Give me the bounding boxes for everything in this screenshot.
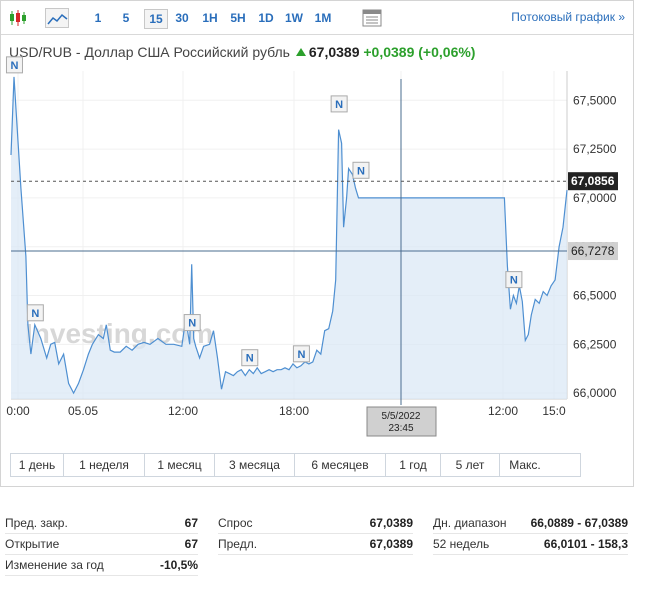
stat-label: Предл. [218, 537, 258, 551]
stat-label: Спрос [218, 516, 253, 530]
period-button[interactable]: Макс. [500, 454, 550, 476]
chart-panel: 1 5 15 30 1H 5H 1D 1W 1M Потоковый графи… [0, 0, 634, 487]
stat-value: 66,0889 - 67,0389 [530, 516, 628, 530]
stat-row: Дн. диапазон 66,0889 - 67,0389 [433, 513, 628, 534]
stat-row: Изменение за год -10,5% [5, 555, 198, 576]
svg-text:N: N [246, 353, 254, 365]
period-button[interactable]: 5 лет [441, 454, 500, 476]
svg-text:N: N [31, 308, 39, 320]
period-button[interactable]: 3 месяца [215, 454, 295, 476]
news-marker[interactable]: N [352, 161, 370, 179]
period-button[interactable]: 1 неделя [64, 454, 145, 476]
stat-label: 52 недель [433, 537, 490, 551]
x-tick-label: 12:00 [168, 404, 198, 418]
period-button[interactable]: 1 год [386, 454, 441, 476]
period-selector: 1 день 1 неделя 1 месяц 3 месяца 6 месяцев 1 … [10, 453, 581, 477]
stat-label: Изменение за год [5, 558, 104, 572]
stat-row: Открытие 67 [5, 534, 198, 555]
y-tick-label: 67,2500 [573, 142, 617, 156]
current-price-label: 67,0856 [571, 174, 615, 188]
x-tick-label: 05.05 [68, 404, 98, 418]
news-marker[interactable]: N [5, 56, 23, 74]
stat-row: Предл. 67,0389 [218, 534, 413, 555]
x-tick-label: 18:00 [279, 404, 309, 418]
x-tick-label: 0:00 [6, 404, 30, 418]
news-marker[interactable]: N [505, 271, 523, 289]
x-tick-label: 15:0 [542, 404, 566, 418]
stat-row: Спрос 67,0389 [218, 513, 413, 534]
period-button[interactable]: 6 месяцев [295, 454, 386, 476]
y-tick-label: 67,5000 [573, 93, 617, 107]
svg-text:N: N [297, 349, 305, 361]
stat-label: Открытие [5, 537, 60, 551]
news-marker[interactable]: N [241, 349, 259, 367]
stat-value: 67,0389 [369, 537, 413, 551]
y-tick-label: 66,5000 [573, 289, 617, 303]
y-tick-label: 66,2500 [573, 337, 617, 351]
svg-text:N: N [188, 318, 196, 330]
stat-label: Пред. закр. [5, 516, 68, 530]
news-marker[interactable]: N [183, 314, 201, 332]
stat-value: 66,0101 - 158,3 [543, 537, 628, 551]
news-marker[interactable]: N [26, 304, 44, 322]
svg-text:N: N [357, 165, 365, 177]
crosshair-time-label: 23:45 [388, 423, 413, 434]
stat-value: 67 [184, 516, 198, 530]
stat-label: Дн. диапазон [433, 516, 507, 530]
price-chart[interactable]: 67,500067,250067,000066,750066,500066,25… [1, 1, 633, 451]
x-tick-label: 12:00 [488, 404, 518, 418]
crosshair-price-label: 66,7278 [571, 244, 615, 258]
svg-text:N: N [335, 99, 343, 111]
news-marker[interactable]: N [330, 95, 348, 113]
period-button[interactable]: 1 месяц [145, 454, 215, 476]
stat-row: 52 недель 66,0101 - 158,3 [433, 534, 628, 555]
crosshair-time-label: 5/5/2022 [382, 411, 421, 422]
stat-value: 67,0389 [369, 516, 413, 530]
stat-value: 67 [184, 537, 198, 551]
period-button[interactable]: 1 день [11, 454, 64, 476]
svg-text:N: N [510, 275, 518, 287]
stat-value: -10,5% [159, 558, 198, 572]
stat-row: Пред. закр. 67 [5, 513, 198, 534]
y-tick-label: 67,0000 [573, 191, 617, 205]
news-marker[interactable]: N [292, 345, 310, 363]
y-tick-label: 66,0000 [573, 386, 617, 400]
svg-text:N: N [11, 60, 19, 72]
